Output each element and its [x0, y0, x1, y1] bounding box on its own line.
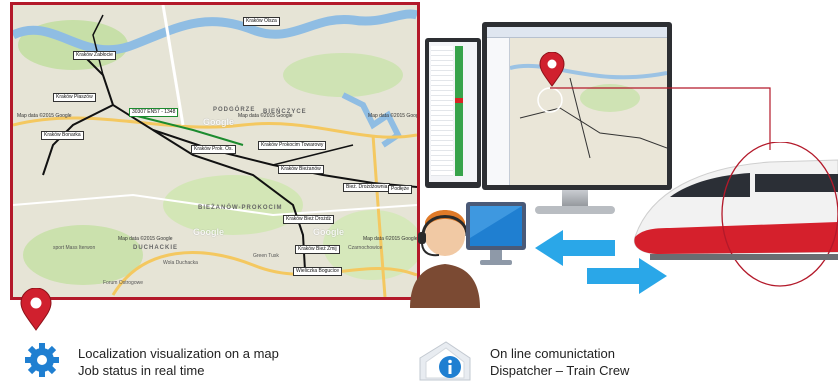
info-envelope-icon — [419, 341, 471, 381]
station-label[interactable]: Kraków Olsza — [243, 17, 280, 26]
map-attribution: Map data ©2015 Google — [118, 236, 173, 242]
caption-dispatcher-train-crew: Dispatcher – Train Crew — [490, 363, 630, 378]
district-label: DUCHACKIE — [133, 245, 178, 251]
station-label[interactable]: Kraków Płaszów — [53, 93, 96, 102]
map-attribution: Map data ©2015 Google — [368, 113, 420, 119]
station-label[interactable]: Kraków Zabłocie — [73, 51, 116, 60]
google-watermark: Google — [313, 227, 344, 237]
station-label[interactable]: Kraków Prokocim Towarowy — [258, 141, 327, 150]
map-attribution: Map data ©2015 Google — [238, 113, 293, 119]
caption-localization: Localization visualization on a map — [78, 346, 279, 361]
place-label: Czarnochowice — [348, 245, 383, 251]
map-pin-icon — [539, 52, 565, 87]
caption-online-communication: On line comunictation — [490, 346, 616, 361]
station-label[interactable]: Kraków Bież Drożdż — [283, 215, 335, 224]
caption-job-status: Job status in real time — [78, 363, 205, 378]
google-watermark: Google — [193, 227, 224, 237]
station-label[interactable]: Kraków Prok. Os. — [191, 145, 236, 154]
place-label: Forum Ostrogowe — [103, 280, 144, 286]
station-label[interactable]: Podłęże — [388, 185, 413, 194]
station-label[interactable]: Kraków Bieżanów — [278, 165, 324, 174]
place-label: sport Mass Iterwon — [53, 245, 96, 251]
station-label[interactable]: Kraków Bonarka — [41, 131, 84, 140]
map-pin-icon — [20, 288, 52, 331]
map-attribution: Map data ©2015 Google — [17, 113, 72, 119]
monitor-base — [535, 206, 615, 214]
left-monitor-screen — [429, 42, 477, 182]
station-label[interactable]: Kraków Bież Zmij — [295, 245, 340, 254]
gear-icon — [25, 343, 59, 377]
place-label: Green Tusk — [253, 253, 279, 259]
left-monitor — [425, 38, 481, 188]
station-label[interactable]: Bież. Drożdżownia — [343, 183, 391, 192]
district-label: BIEŻANÓW-PROKOCIM — [198, 205, 283, 211]
train-position-label[interactable]: 30307 EN57 - 1348 — [129, 108, 179, 117]
computer-monitor-icon — [466, 202, 526, 265]
place-label: Wola Duchacka — [163, 260, 198, 266]
map-panel[interactable]: Kraków Olsza Kraków Zabłocie Kraków Płas… — [10, 2, 420, 300]
station-label[interactable]: Wieliczka Bogucice — [293, 267, 343, 276]
double-arrow-icon — [535, 230, 667, 294]
google-watermark: Google — [203, 117, 234, 127]
